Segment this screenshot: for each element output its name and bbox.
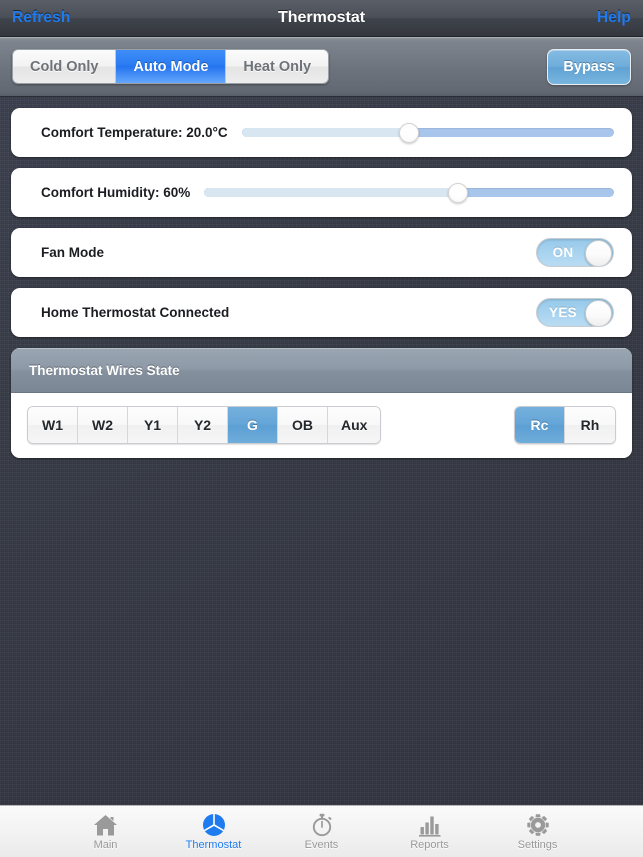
bypass-button[interactable]: Bypass bbox=[547, 48, 631, 85]
home-icon bbox=[93, 812, 118, 837]
page-title: Thermostat bbox=[277, 9, 366, 26]
wire-segment-ob[interactable]: OB bbox=[278, 407, 328, 443]
mode-segment-cold-only[interactable]: Cold Only bbox=[13, 50, 117, 83]
fan-mode-card: Fan Mode ON bbox=[11, 228, 632, 277]
thermostat-wires-state-body: W1 W2 Y1 Y2 G OB Aux Rc Rh bbox=[11, 393, 632, 458]
fan-mode-label: Fan Mode bbox=[41, 245, 104, 260]
comfort-humidity-slider[interactable] bbox=[204, 182, 614, 204]
wire-segment-aux[interactable]: Aux bbox=[328, 407, 381, 443]
wire-segment-w2[interactable]: W2 bbox=[78, 407, 128, 443]
comfort-humidity-card: Comfort Humidity: 60% bbox=[11, 168, 632, 217]
fan-mode-toggle[interactable]: ON bbox=[536, 238, 614, 267]
power-segment-rc[interactable]: Rc bbox=[515, 407, 565, 443]
content-area: Comfort Temperature: 20.0°C Comfort Humi… bbox=[0, 97, 643, 805]
comfort-humidity-slider-track bbox=[204, 188, 614, 197]
thermostat-wires-state-header: Thermostat Wires State bbox=[11, 348, 632, 393]
fan-mode-toggle-knob[interactable] bbox=[585, 240, 612, 266]
bar-chart-icon bbox=[418, 812, 442, 837]
comfort-temperature-slider[interactable] bbox=[241, 122, 614, 144]
wire-segment-w1[interactable]: W1 bbox=[28, 407, 78, 443]
thermostat-wires-state-title: Thermostat Wires State bbox=[29, 362, 180, 378]
comfort-temperature-slider-track bbox=[241, 128, 614, 137]
comfort-temperature-card: Comfort Temperature: 20.0°C bbox=[11, 108, 632, 157]
thermostat-app-screen: Refresh Thermostat Help Cold Only Auto M… bbox=[0, 0, 643, 857]
home-thermostat-toggle[interactable]: YES bbox=[536, 298, 614, 327]
home-thermostat-card: Home Thermostat Connected YES bbox=[11, 288, 632, 337]
tab-bar: Main Thermostat Events Reports Settings bbox=[0, 805, 643, 857]
tab-events-label: Events bbox=[304, 839, 339, 851]
comfort-humidity-slider-fill bbox=[204, 188, 459, 197]
tab-events[interactable]: Events bbox=[291, 812, 353, 851]
tab-settings-label: Settings bbox=[517, 839, 558, 851]
comfort-humidity-row: Comfort Humidity: 60% bbox=[11, 168, 632, 217]
comfort-temperature-slider-thumb[interactable] bbox=[399, 122, 420, 143]
home-thermostat-row: Home Thermostat Connected YES bbox=[11, 288, 632, 337]
tab-main-label: Main bbox=[93, 839, 118, 851]
tab-thermostat-label: Thermostat bbox=[185, 839, 242, 851]
power-segment-rh[interactable]: Rh bbox=[565, 407, 615, 443]
wire-segment-y2[interactable]: Y2 bbox=[178, 407, 228, 443]
comfort-humidity-label: Comfort Humidity: 60% bbox=[41, 185, 191, 200]
tab-reports-label: Reports bbox=[410, 839, 449, 851]
thermostat-wires-state-card: Thermostat Wires State W1 W2 Y1 Y2 G OB … bbox=[11, 348, 632, 458]
wire-segment-g[interactable]: G bbox=[228, 407, 278, 443]
wire-segmented-control[interactable]: W1 W2 Y1 Y2 G OB Aux bbox=[27, 406, 382, 444]
tab-main[interactable]: Main bbox=[75, 812, 137, 851]
mode-toolbar: Cold Only Auto Mode Heat Only Bypass bbox=[0, 37, 643, 97]
navigation-bar: Refresh Thermostat Help bbox=[0, 0, 643, 37]
refresh-button[interactable]: Refresh bbox=[12, 9, 70, 27]
tab-settings[interactable]: Settings bbox=[507, 812, 569, 851]
thermostat-icon bbox=[202, 812, 226, 837]
help-button[interactable]: Help bbox=[597, 9, 631, 27]
fan-mode-toggle-label: ON bbox=[552, 245, 574, 260]
comfort-humidity-slider-thumb[interactable] bbox=[448, 182, 469, 203]
home-thermostat-label: Home Thermostat Connected bbox=[41, 305, 230, 320]
comfort-temperature-slider-fill bbox=[241, 128, 410, 137]
mode-segment-heat-only[interactable]: Heat Only bbox=[226, 50, 329, 83]
mode-segmented-control[interactable]: Cold Only Auto Mode Heat Only bbox=[12, 49, 330, 84]
wire-segment-y1[interactable]: Y1 bbox=[128, 407, 178, 443]
home-thermostat-toggle-label: YES bbox=[549, 305, 577, 320]
tab-thermostat[interactable]: Thermostat bbox=[183, 812, 245, 851]
comfort-temperature-label: Comfort Temperature: 20.0°C bbox=[41, 125, 228, 140]
stopwatch-icon bbox=[311, 812, 333, 837]
home-thermostat-toggle-knob[interactable] bbox=[585, 300, 612, 326]
tab-reports[interactable]: Reports bbox=[399, 812, 461, 851]
gear-icon bbox=[526, 812, 550, 837]
power-segmented-control[interactable]: Rc Rh bbox=[514, 406, 616, 444]
comfort-temperature-row: Comfort Temperature: 20.0°C bbox=[11, 108, 632, 157]
mode-segment-auto-mode[interactable]: Auto Mode bbox=[116, 50, 227, 83]
fan-mode-row: Fan Mode ON bbox=[11, 228, 632, 277]
